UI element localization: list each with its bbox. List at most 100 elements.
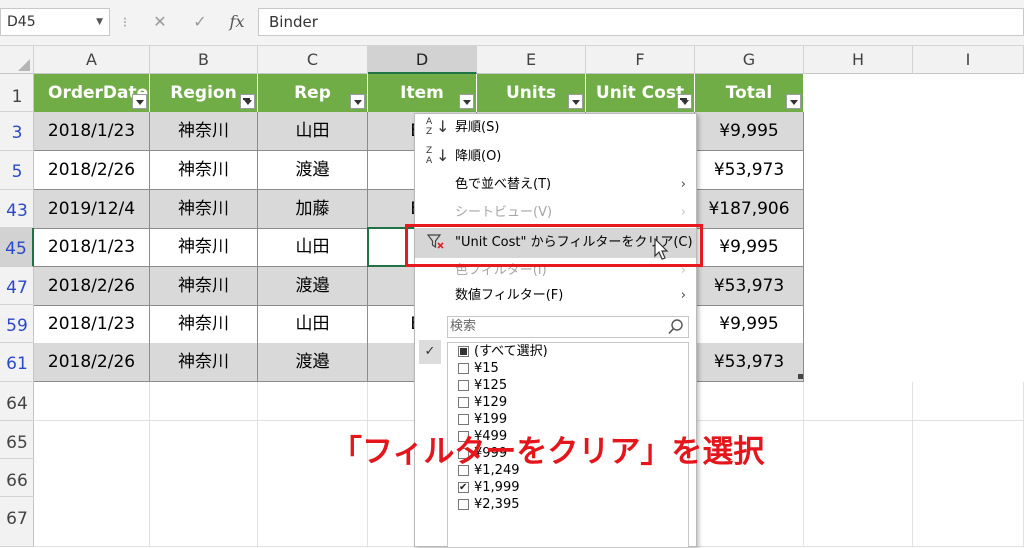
filter-value-item[interactable]: ¥199 [458, 411, 507, 428]
row-header-selected[interactable]: 45 [0, 228, 34, 267]
checkbox[interactable] [458, 397, 469, 408]
filter-active-icon[interactable] [240, 94, 255, 109]
cell-empty[interactable] [150, 459, 258, 498]
cell-empty[interactable] [150, 421, 258, 460]
cell-region[interactable]: 神奈川 [150, 190, 258, 229]
row-header[interactable]: 64 [0, 382, 34, 421]
cell-rep[interactable]: 山田 [258, 305, 368, 344]
cell-empty[interactable] [150, 497, 258, 547]
cell-date[interactable]: 2018/1/23 [34, 305, 150, 344]
header-cell-region[interactable]: Region [150, 74, 258, 113]
header-cell-item[interactable]: Item [368, 74, 477, 113]
filter-search-input[interactable]: 検索 [447, 316, 689, 338]
row-header[interactable]: 67 [0, 497, 34, 547]
table-resize-handle[interactable] [798, 374, 803, 379]
cell-empty[interactable] [34, 382, 150, 421]
filter-active-icon[interactable] [677, 94, 692, 109]
row-header[interactable]: 1 [0, 74, 34, 112]
row-header[interactable]: 59 [0, 305, 34, 343]
row-header[interactable]: 5 [0, 151, 34, 190]
enter-icon[interactable]: ✓ [182, 8, 218, 36]
cell-empty[interactable] [150, 382, 258, 421]
row-header[interactable]: 66 [0, 459, 34, 497]
cell-empty[interactable] [258, 497, 368, 547]
menu-item-sort-by-color[interactable]: 色で並べ替え(T) › [415, 171, 696, 199]
header-cell-total[interactable]: Total [695, 74, 804, 113]
cell-region[interactable]: 神奈川 [150, 112, 258, 151]
cell-total[interactable]: ¥53,973 [695, 151, 804, 190]
filter-dropdown-icon[interactable] [786, 94, 801, 109]
name-box[interactable]: D45 ▼ [0, 8, 110, 36]
cell-empty[interactable] [913, 382, 1024, 421]
cell-date[interactable]: 2019/12/4 [34, 190, 150, 229]
column-header-d[interactable]: D [368, 46, 477, 74]
checkbox[interactable] [458, 499, 469, 510]
select-all-corner[interactable] [0, 46, 34, 74]
filter-value-item[interactable]: ¥125 [458, 377, 507, 394]
menu-item-number-filter[interactable]: 数値フィルター(F) › [415, 282, 696, 310]
filter-dropdown-icon[interactable] [459, 94, 474, 109]
checkbox-partial[interactable] [458, 346, 469, 357]
menu-item-sort-ascending[interactable]: A Z ↓ 昇順(S) [415, 114, 696, 142]
row-header[interactable]: 61 [0, 343, 34, 382]
cell-region[interactable]: 神奈川 [150, 305, 258, 344]
cancel-icon[interactable]: ✕ [142, 8, 178, 36]
column-header-e[interactable]: E [477, 46, 586, 74]
cell-empty[interactable] [913, 421, 1024, 460]
cell-region[interactable]: 神奈川 [150, 228, 258, 267]
filter-dropdown-icon[interactable] [568, 94, 583, 109]
cell-rep[interactable]: 渡邉 [258, 343, 368, 382]
column-header-a[interactable]: A [34, 46, 150, 74]
row-header[interactable]: 65 [0, 421, 34, 459]
cell-date[interactable]: 2018/2/26 [34, 343, 150, 382]
cell-total[interactable]: ¥187,906 [695, 190, 804, 229]
header-cell-rep[interactable]: Rep [258, 74, 368, 113]
cell-region[interactable]: 神奈川 [150, 151, 258, 190]
cell-empty[interactable] [258, 382, 368, 421]
filter-dropdown-icon[interactable] [132, 94, 147, 109]
header-cell-orderdate[interactable]: OrderDate [34, 74, 150, 113]
checkbox[interactable] [458, 414, 469, 425]
cell-empty[interactable] [695, 382, 804, 421]
row-header[interactable]: 3 [0, 112, 34, 151]
filter-value-item[interactable]: ¥2,395 [458, 496, 520, 513]
cell-rep[interactable]: 渡邉 [258, 151, 368, 190]
cell-region[interactable]: 神奈川 [150, 343, 258, 382]
column-header-i[interactable]: I [913, 46, 1024, 74]
cell-date[interactable]: 2018/2/26 [34, 267, 150, 306]
cell-region[interactable]: 神奈川 [150, 267, 258, 306]
cell-rep[interactable]: 山田 [258, 112, 368, 151]
column-header-c[interactable]: C [258, 46, 368, 74]
cell-rep[interactable]: 山田 [258, 228, 368, 267]
column-header-h[interactable]: H [804, 46, 913, 74]
cell-rep[interactable]: 加藤 [258, 190, 368, 229]
cell-empty[interactable] [913, 459, 1024, 498]
row-header[interactable]: 43 [0, 190, 34, 228]
cell-empty[interactable] [34, 421, 150, 460]
column-header-g[interactable]: G [695, 46, 804, 74]
filter-value-item[interactable]: ¥1,999 [458, 479, 520, 496]
filter-value-item[interactable]: ¥129 [458, 394, 507, 411]
cell-empty[interactable] [695, 497, 804, 547]
cell-date[interactable]: 2018/1/23 [34, 228, 150, 267]
cell-empty[interactable] [804, 382, 913, 421]
header-cell-units[interactable]: Units [477, 74, 586, 113]
cell-total[interactable]: ¥53,973 [695, 267, 804, 306]
filter-dropdown-icon[interactable] [350, 94, 365, 109]
menu-item-sort-descending[interactable]: Z A ↓ 降順(O) [415, 143, 696, 171]
column-header-f[interactable]: F [586, 46, 695, 74]
row-header[interactable]: 47 [0, 267, 34, 305]
header-cell-unit-cost[interactable]: Unit Cost [586, 74, 695, 113]
checkbox[interactable] [458, 380, 469, 391]
filter-value-item[interactable]: ¥15 [458, 360, 499, 377]
cell-empty[interactable] [34, 497, 150, 547]
cell-empty[interactable] [804, 459, 913, 498]
cell-total[interactable]: ¥9,995 [695, 112, 804, 151]
checkbox-checked[interactable] [458, 479, 469, 496]
formula-input[interactable]: Binder [258, 8, 1024, 36]
cell-empty[interactable] [804, 421, 913, 460]
cell-total[interactable]: ¥9,995 [695, 228, 804, 267]
column-header-b[interactable]: B [150, 46, 258, 74]
cell-total[interactable]: ¥9,995 [695, 305, 804, 344]
cell-date[interactable]: 2018/1/23 [34, 112, 150, 151]
